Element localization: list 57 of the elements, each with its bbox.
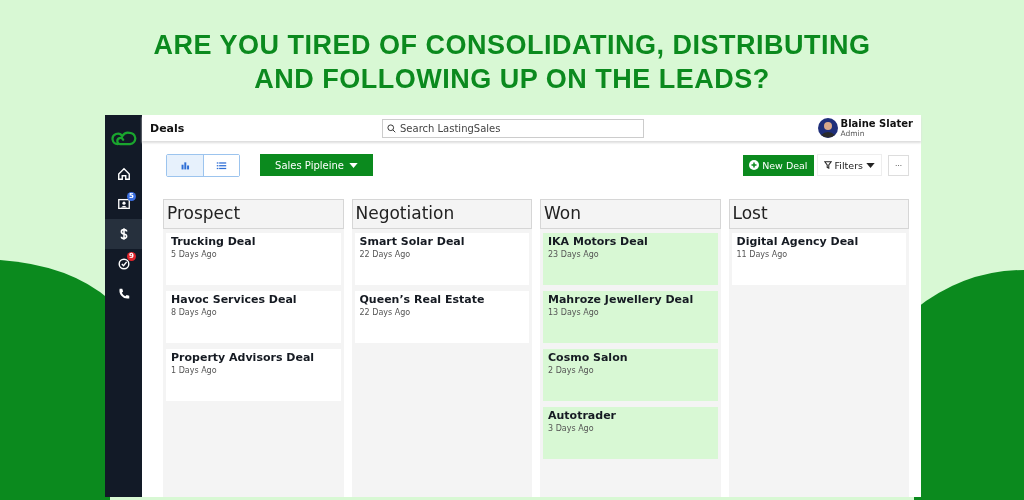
filters-button[interactable]: Filters <box>816 154 882 176</box>
column-header: Won <box>540 199 721 229</box>
view-toggle-button[interactable] <box>203 154 239 176</box>
nav-item[interactable] <box>105 219 142 249</box>
deal-age: 1 Days Ago <box>171 365 217 377</box>
view-toggle-button[interactable] <box>167 154 203 176</box>
deal-age: 22 Days Ago <box>359 249 411 261</box>
deal-card[interactable]: Havoc Services Deal 8 Days Ago <box>166 291 341 343</box>
deal-age: 13 Days Ago <box>548 307 599 319</box>
deal-card[interactable]: Cosmo Salon 2 Days Ago <box>543 349 718 401</box>
deal-card[interactable]: IKA Motors Deal 23 Days Ago <box>543 233 718 285</box>
deal-name: Cosmo Salon <box>548 350 628 365</box>
bar-chart-icon <box>179 159 191 171</box>
view-toggle[interactable] <box>166 153 240 177</box>
home-icon <box>116 167 131 181</box>
deal-age: 5 Days Ago <box>171 249 217 261</box>
phone-icon <box>116 287 131 301</box>
page-title: Deals <box>150 121 186 135</box>
deal-name: Property Advisors Deal <box>171 350 315 365</box>
plus-icon <box>749 160 760 170</box>
deal-name: IKA Motors Deal <box>548 234 648 249</box>
deal-age: 11 Days Ago <box>736 249 788 261</box>
deal-name: Autotrader <box>548 408 617 423</box>
deal-card[interactable]: Queen’s Real Estate 22 Days Ago <box>354 291 529 343</box>
deal-name: Smart Solar Deal <box>359 234 465 249</box>
deal-card[interactable]: Autotrader 3 Days Ago <box>543 407 718 459</box>
deal-age: 23 Days Ago <box>548 249 599 261</box>
search-field[interactable]: Search LastingSales <box>382 118 644 138</box>
check-circle-icon <box>116 257 131 271</box>
deal-age: 2 Days Ago <box>548 365 594 377</box>
deal-age: 22 Days Ago <box>359 307 411 319</box>
logo-icon <box>110 129 137 147</box>
deal-name: Mahroze Jewellery Deal <box>548 292 694 307</box>
deal-name: Queen’s Real Estate <box>359 292 485 307</box>
deal-card[interactable]: Mahroze Jewellery Deal 13 Days Ago <box>543 291 718 343</box>
column-header: Lost <box>728 199 909 229</box>
deal-card[interactable]: Smart Solar Deal 22 Days Ago <box>354 233 529 285</box>
contact-card-icon <box>116 197 131 211</box>
deal-name: Havoc Services Deal <box>171 292 297 307</box>
deal-name: Digital Agency Deal <box>736 234 859 249</box>
caret-icon <box>866 162 875 168</box>
column-header: Negotiation <box>351 199 532 229</box>
filter-icon <box>823 161 832 169</box>
caret-icon <box>348 162 358 168</box>
deal-age: 8 Days Ago <box>171 307 217 319</box>
deal-card[interactable]: Digital Agency Deal 11 Days Ago <box>731 233 906 285</box>
user-name: Blaine Slater <box>840 118 913 129</box>
deal-age: 3 Days Ago <box>548 423 594 435</box>
new-deal-button[interactable]: New Deal <box>743 154 814 176</box>
deal-card[interactable]: Trucking Deal 5 Days Ago <box>166 233 341 285</box>
pipeline-dropdown[interactable]: Sales Pipleine <box>260 154 373 176</box>
list-icon <box>216 159 227 171</box>
headline: ARE YOU TIRED OF CONSOLIDATING, DISTRIBUTING AND FOLLOWING UP ON THE LEADS? <box>152 29 872 96</box>
column-header: Prospect <box>163 199 344 229</box>
deal-card[interactable]: Property Advisors Deal 1 Days Ago <box>166 349 341 401</box>
avatar[interactable] <box>817 118 838 138</box>
deal-name: Trucking Deal <box>171 234 256 249</box>
